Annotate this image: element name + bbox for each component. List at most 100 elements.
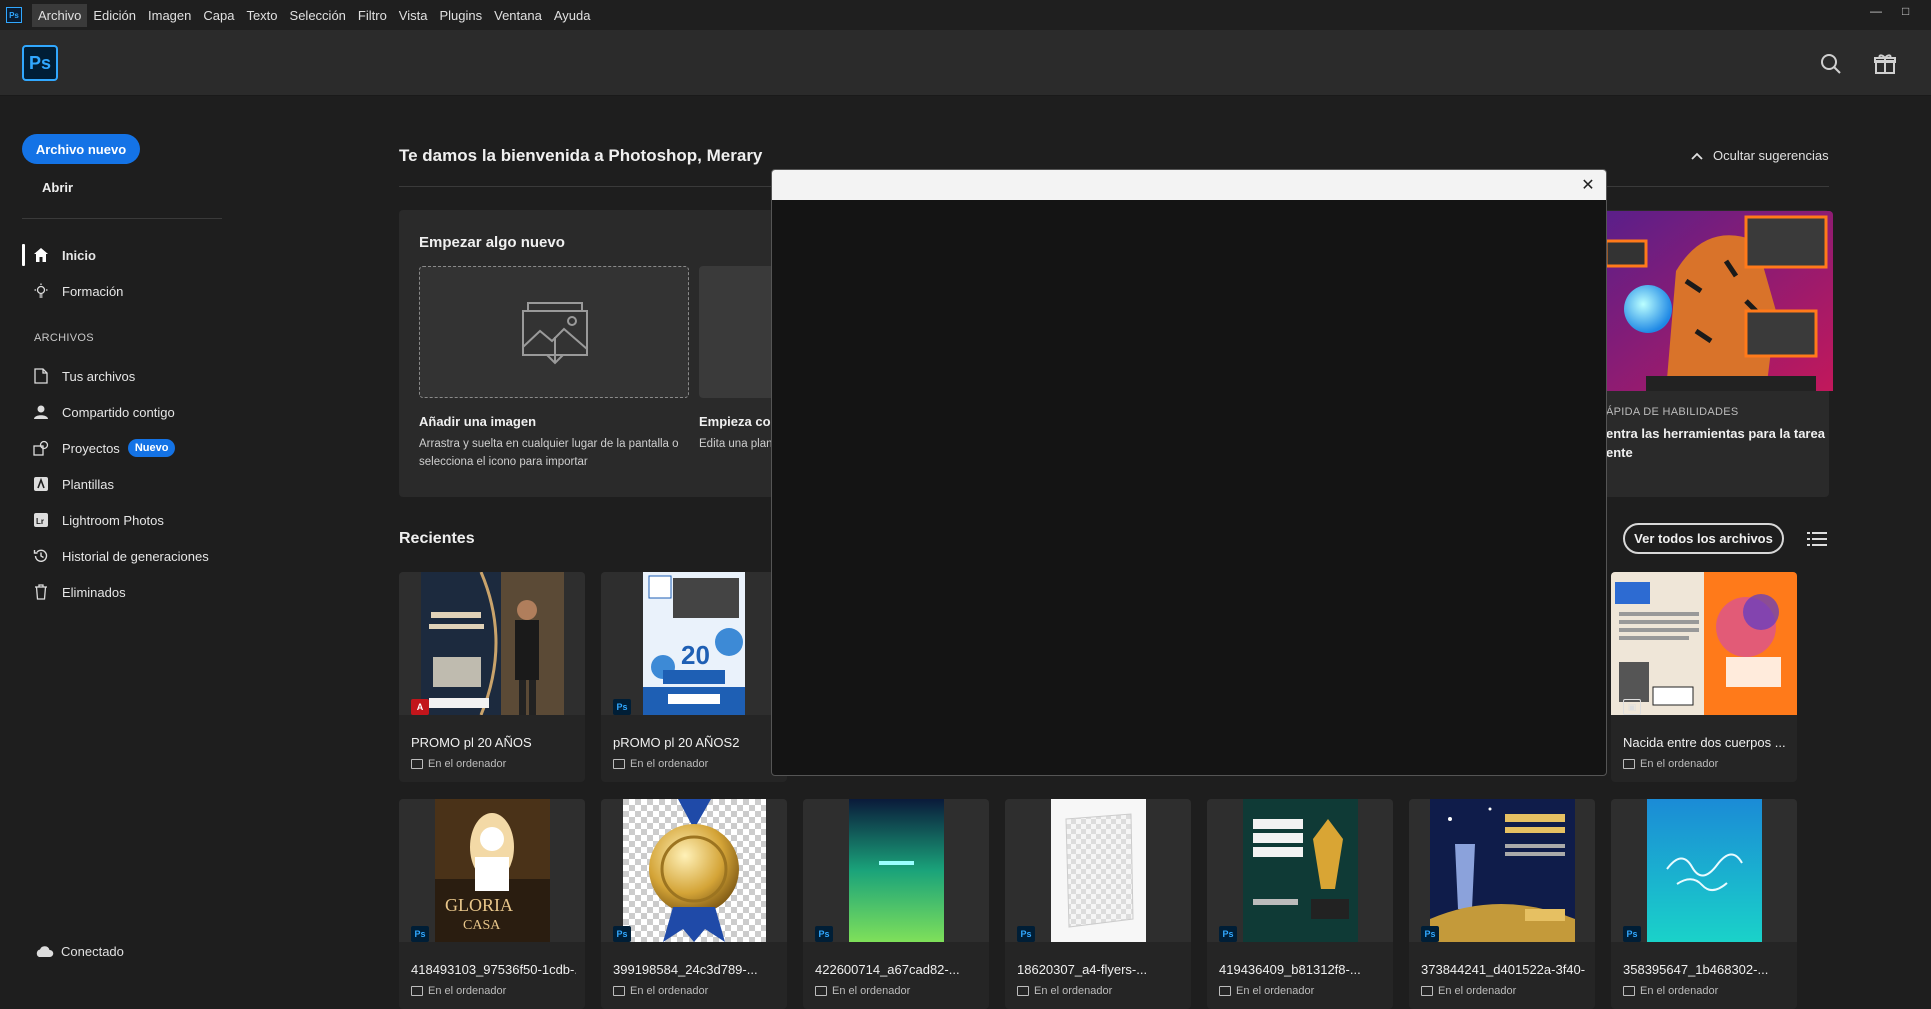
tutorial-thumbnail[interactable] — [1606, 211, 1833, 391]
file-icon — [32, 367, 50, 385]
file-location: En el ordenador — [411, 758, 506, 770]
file-location: En el ordenador — [613, 758, 708, 770]
sidebar-item-home[interactable]: Inicio — [22, 244, 96, 266]
recent-file-card[interactable]: Ps 358395647_1b468302-... En el ordenado… — [1611, 799, 1797, 1009]
menu-capa[interactable]: Capa — [197, 4, 240, 27]
sidebar-item-lightroom[interactable]: Lr Lightroom Photos — [22, 509, 164, 531]
view-all-files-button[interactable]: Ver todos los archivos — [1623, 523, 1784, 554]
sidebar-item-label: Eliminados — [62, 584, 126, 600]
recent-file-card[interactable]: Ps 422600714_a67cad82-... En el ordenado… — [803, 799, 989, 1009]
menu-filtro[interactable]: Filtro — [352, 4, 393, 27]
file-thumbnail — [1005, 799, 1191, 942]
recent-file-card[interactable]: Ps 419436409_b81312f8-... En el ordenado… — [1207, 799, 1393, 1009]
file-location: En el ordenador — [1623, 985, 1718, 997]
search-icon[interactable] — [1819, 52, 1843, 76]
pdf-icon: A — [411, 699, 429, 715]
sidebar-item-templates[interactable]: Plantillas — [22, 473, 114, 495]
file-thumbnail — [399, 572, 585, 715]
file-thumbnail — [803, 799, 989, 942]
maximize-button[interactable]: □ — [1902, 4, 1909, 18]
file-name: 358395647_1b468302-... — [1623, 962, 1769, 977]
recent-file-card[interactable]: 20 Ps pROMO pl 20 AÑOS2 En el ordenador — [601, 572, 787, 782]
sidebar-item-label: Tus archivos — [62, 368, 136, 384]
menu-edicion[interactable]: Edición — [87, 4, 142, 27]
recent-file-card[interactable]: GLORIA CASA Ps 418493103_97536f50-1cdb-.… — [399, 799, 585, 1009]
add-image-desc-2: selecciona el icono para importar — [419, 456, 588, 468]
connection-status[interactable]: Conectado — [34, 944, 124, 959]
promo-flyer-art — [420, 572, 564, 715]
file-location: En el ordenador — [1017, 985, 1112, 997]
sidebar-item-projects[interactable]: Proyectos Nuevo — [22, 437, 176, 459]
file-thumbnail — [1409, 799, 1595, 942]
close-icon[interactable]: ✕ — [1578, 175, 1598, 195]
sidebar-item-learn[interactable]: Formación — [22, 280, 123, 302]
import-image-icon — [522, 302, 588, 365]
add-image-dropzone[interactable] — [419, 266, 689, 398]
menu-ayuda[interactable]: Ayuda — [548, 4, 597, 27]
sidebar-item-deleted[interactable]: Eliminados — [22, 581, 126, 603]
sidebar-item-history[interactable]: Historial de generaciones — [22, 545, 209, 567]
gift-icon[interactable] — [1873, 52, 1897, 76]
recent-file-card[interactable]: A PROMO pl 20 AÑOS En el ordenador — [399, 572, 585, 782]
gradient-poster-art — [848, 799, 944, 942]
template-start-desc: Edita una plant — [699, 438, 776, 450]
sidebar-item-label: Inicio — [62, 247, 96, 263]
add-image-title: Añadir una imagen — [419, 414, 537, 429]
projects-icon — [32, 439, 50, 457]
menu-vista[interactable]: Vista — [393, 4, 434, 27]
add-image-desc-1: Arrastra y suelta en cualquier lugar de … — [419, 438, 679, 450]
photoshop-file-icon: Ps — [1219, 926, 1237, 942]
menu-plugins[interactable]: Plugins — [433, 4, 488, 27]
menu-bar: Ps Archivo Edición Imagen Capa Texto Sel… — [0, 0, 1931, 30]
file-name: PROMO pl 20 AÑOS — [411, 735, 532, 750]
minimize-button[interactable]: — — [1870, 4, 1882, 18]
tutorial-title-2: ente — [1606, 445, 1633, 460]
open-button[interactable]: Abrir — [42, 180, 73, 195]
photoshop-logo[interactable]: Ps — [22, 45, 58, 81]
menu-ventana[interactable]: Ventana — [488, 4, 548, 27]
app-header: Ps — [0, 30, 1931, 96]
new-file-button[interactable]: Archivo nuevo — [22, 134, 140, 164]
sidebar-item-shared[interactable]: Compartido contigo — [22, 401, 175, 423]
hide-suggestions-button[interactable]: Ocultar sugerencias — [1691, 148, 1829, 163]
list-view-icon[interactable] — [1807, 530, 1827, 548]
tutorial-title-1: entra las herramientas para la tarea — [1606, 426, 1825, 441]
menu-imagen[interactable]: Imagen — [142, 4, 197, 27]
sidebar-item-your-files[interactable]: Tus archivos — [22, 365, 135, 387]
recent-file-card[interactable]: ▣ Nacida entre dos cuerpos ... En el ord… — [1611, 572, 1797, 782]
recent-file-card[interactable]: Ps 373844241_d401522a-3f40-... En el ord… — [1409, 799, 1595, 1009]
lightroom-icon: Lr — [32, 511, 50, 529]
file-location: En el ordenador — [1623, 758, 1718, 770]
svg-text:Lr: Lr — [36, 517, 44, 526]
tiger-illustration — [1606, 211, 1833, 391]
photoshop-file-icon: Ps — [411, 926, 429, 942]
menu-seleccion[interactable]: Selección — [284, 4, 352, 27]
file-thumbnail — [1207, 799, 1393, 942]
file-thumbnail — [1611, 799, 1797, 942]
start-new-title: Empezar algo nuevo — [419, 234, 565, 251]
launching-soon-art — [1646, 799, 1762, 942]
recent-file-card[interactable]: Ps 399198584_24c3d789-... En el ordenado… — [601, 799, 787, 1009]
app-icon: Ps — [6, 7, 22, 23]
gloria-flyer-art: GLORIA CASA — [434, 799, 550, 942]
templates-icon — [32, 475, 50, 493]
file-location: En el ordenador — [613, 985, 708, 997]
sidebar: Archivo nuevo Abrir Inicio Formación ARC… — [0, 96, 245, 995]
file-thumbnail: 20 — [601, 572, 787, 715]
svg-text:CASA: CASA — [463, 918, 501, 933]
photoshop-file-icon: Ps — [1421, 926, 1439, 942]
file-name: Nacida entre dos cuerpos ... — [1623, 735, 1786, 750]
file-name: pROMO pl 20 AÑOS2 — [613, 735, 740, 750]
file-location: En el ordenador — [1219, 985, 1314, 997]
home-icon — [32, 246, 50, 264]
menu-texto[interactable]: Texto — [240, 4, 283, 27]
menu-archivo[interactable]: Archivo — [32, 3, 88, 27]
file-name: 418493103_97536f50-1cdb-... — [411, 962, 576, 977]
chevron-up-icon — [1691, 152, 1703, 160]
file-name: 399198584_24c3d789-... — [613, 962, 758, 977]
sidebar-item-label: Compartido contigo — [62, 404, 175, 420]
file-name: 422600714_a67cad82-... — [815, 962, 960, 977]
photoshop-file-icon: Ps — [1623, 926, 1641, 942]
recent-file-card[interactable]: Ps 18620307_a4-flyers-... En el ordenado… — [1005, 799, 1191, 1009]
gold-medal-art — [622, 799, 766, 942]
